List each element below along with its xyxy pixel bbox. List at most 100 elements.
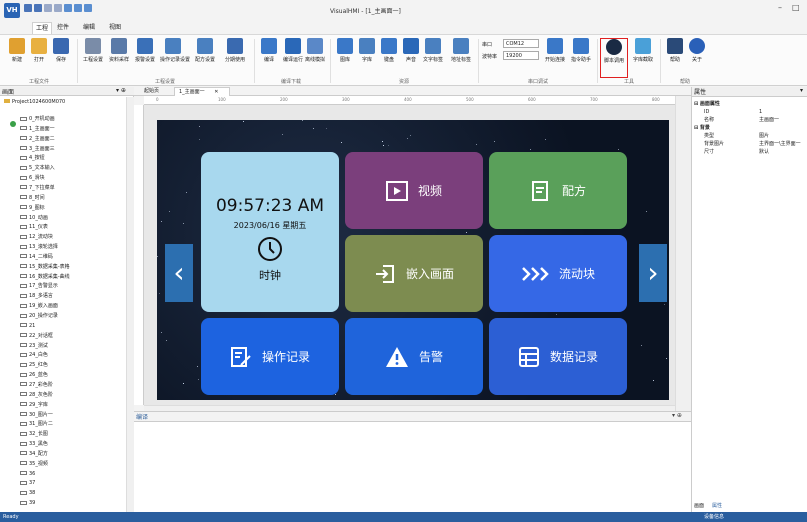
screen-tree-item[interactable]: 5_文本输入 bbox=[20, 164, 55, 172]
recipe-tile[interactable]: 配方 bbox=[489, 152, 627, 229]
minimize-button[interactable]: – bbox=[778, 3, 782, 12]
screen-tree-item[interactable]: 1_主画面一 bbox=[20, 125, 55, 133]
project-root-node[interactable]: Project1024600M070 bbox=[4, 99, 65, 105]
save-button[interactable]: 保存 bbox=[48, 38, 74, 78]
screen-tree-item[interactable]: 8_时间 bbox=[20, 194, 45, 202]
project-settings-button[interactable]: 工程设置 bbox=[80, 38, 106, 78]
screen-tree-item[interactable]: 32_长图 bbox=[20, 430, 48, 438]
screen-tree-item[interactable]: 7_下拉菜单 bbox=[20, 184, 55, 192]
screen-tree-item[interactable]: 6_滑块 bbox=[20, 174, 45, 182]
command-helper-button[interactable]: 指令助手 bbox=[568, 38, 594, 78]
tree-scrollbar[interactable] bbox=[126, 97, 134, 512]
save-quick-icon[interactable] bbox=[34, 4, 42, 12]
screen-tree-item[interactable]: 14_二维码 bbox=[20, 253, 53, 261]
offline-sim-button[interactable]: 离线模拟 bbox=[302, 38, 328, 78]
download-icon[interactable] bbox=[84, 4, 92, 12]
embed-screen-tile[interactable]: 嵌入画面 bbox=[345, 235, 483, 312]
text-label-button[interactable]: 文字标签 bbox=[420, 38, 446, 78]
screen-tree-item[interactable]: 10_动画 bbox=[20, 214, 48, 222]
new-quick-icon[interactable] bbox=[24, 4, 32, 12]
redo-icon[interactable] bbox=[54, 4, 62, 12]
screen-tree-item[interactable]: 30_图片一 bbox=[20, 411, 53, 419]
screen-tree-item[interactable]: 33_黑色 bbox=[20, 440, 48, 448]
screen-tree-item[interactable]: 21 bbox=[20, 322, 35, 330]
screen-tree-item[interactable]: 29_字库 bbox=[20, 401, 48, 409]
close-tab-icon[interactable]: ✕ bbox=[214, 89, 218, 95]
next-page-button[interactable]: › bbox=[639, 244, 667, 302]
oplog-settings-button[interactable]: 操作记录设置 bbox=[160, 38, 190, 78]
address-label-button[interactable]: 地址标签 bbox=[448, 38, 474, 78]
panel-pin-icon[interactable]: ▾ bbox=[800, 87, 803, 94]
screen-tree-item[interactable]: 23_测试 bbox=[20, 342, 48, 350]
screen-tree-item[interactable]: 25_红色 bbox=[20, 361, 48, 369]
screen-tree-item[interactable]: 22_对话框 bbox=[20, 332, 53, 340]
run-icon[interactable] bbox=[74, 4, 82, 12]
menu-edit[interactable]: 编辑 bbox=[80, 22, 98, 31]
screen-tree-item[interactable]: 24_白色 bbox=[20, 351, 48, 359]
screen-tree-item[interactable]: 19_嵌入画面 bbox=[20, 302, 58, 310]
tab-start-page[interactable]: 起始页 bbox=[140, 87, 163, 96]
screen-tree-item[interactable]: 28_灰色阶 bbox=[20, 391, 53, 399]
screen-tree-item[interactable]: 20_操作记录 bbox=[20, 312, 58, 320]
compile-button[interactable]: 编译 bbox=[256, 38, 282, 78]
tab-properties[interactable]: 属性 bbox=[712, 502, 722, 509]
font-capture-button[interactable]: 字库截取 bbox=[630, 38, 656, 78]
prev-page-button[interactable]: ‹ bbox=[165, 244, 193, 302]
zoom-icon[interactable] bbox=[64, 4, 72, 12]
device-info-link[interactable]: 设备信息 bbox=[704, 512, 724, 522]
script-call-button[interactable]: 脚本调用 bbox=[600, 38, 628, 78]
flow-block-tile[interactable]: 流动块 bbox=[489, 235, 627, 312]
operation-log-tile[interactable]: 操作记录 bbox=[201, 318, 339, 395]
property-row[interactable]: 名称 主画面一 bbox=[692, 117, 807, 124]
property-row[interactable]: 类型 图片 bbox=[692, 133, 807, 140]
menu-view[interactable]: 视图 bbox=[106, 22, 124, 31]
maximize-button[interactable]: □ bbox=[792, 3, 800, 12]
screen-tree-item[interactable]: 17_告警显示 bbox=[20, 282, 58, 290]
property-row[interactable]: ⊟ 背景 bbox=[692, 125, 807, 132]
about-button[interactable]: 关于 bbox=[684, 38, 710, 78]
screen-tree-item[interactable]: 0_开机动画 bbox=[20, 115, 55, 123]
screen-tree-item[interactable]: 2_主画面二 bbox=[20, 135, 55, 143]
data-sampling-button[interactable]: 资料采样 bbox=[106, 38, 132, 78]
tab-main-screen[interactable]: 1_主画面一 ✕ bbox=[174, 87, 230, 96]
alarm-settings-button[interactable]: 报警设置 bbox=[132, 38, 158, 78]
serial-port-select[interactable]: COM12 bbox=[503, 39, 539, 48]
panel-pin-icon[interactable]: ▾ ⊕ bbox=[672, 412, 682, 419]
screen-tree-item[interactable]: 27_彩色阶 bbox=[20, 381, 53, 389]
screen-tree-item[interactable]: 37 bbox=[20, 479, 35, 487]
screen-tree-item[interactable]: 13_滚轮选择 bbox=[20, 243, 58, 251]
start-connect-button[interactable]: 开始连接 bbox=[542, 38, 568, 78]
recipe-settings-button[interactable]: 配方设置 bbox=[192, 38, 218, 78]
undo-icon[interactable] bbox=[44, 4, 52, 12]
canvas-vscrollbar[interactable] bbox=[675, 96, 691, 411]
screen-tree-item[interactable]: 31_图片二 bbox=[20, 420, 53, 428]
screen-tree-item[interactable]: 9_图标 bbox=[20, 204, 45, 212]
menu-project[interactable]: 工程 bbox=[32, 22, 53, 34]
screen-tree-item[interactable]: 26_蓝色 bbox=[20, 371, 48, 379]
screen-tree-item[interactable]: 12_流动块 bbox=[20, 233, 53, 241]
screen-tree-item[interactable]: 18_多语言 bbox=[20, 292, 53, 300]
screen-tree-item[interactable]: 4_按钮 bbox=[20, 154, 45, 162]
clock-tile[interactable]: 09:57:23 AM 2023/06/16 星期五 时钟 bbox=[201, 152, 339, 312]
property-row[interactable]: ID 1 bbox=[692, 109, 807, 116]
screen-tree-item[interactable]: 38 bbox=[20, 489, 35, 497]
tab-screens[interactable]: 画面 bbox=[694, 502, 704, 509]
screen-tree-item[interactable]: 34_配方 bbox=[20, 450, 48, 458]
property-row[interactable]: 背景图片 主界面一\主界面一 bbox=[692, 141, 807, 148]
screen-tree-item[interactable]: 11_仪表 bbox=[20, 223, 48, 231]
panel-pin-icon[interactable]: ▾ ⊕ bbox=[116, 87, 126, 94]
screen-tree-item[interactable]: 15_数据采集-表格 bbox=[20, 263, 70, 271]
baud-rate-select[interactable]: 19200 bbox=[503, 51, 539, 60]
screen-tree-item[interactable]: 39 bbox=[20, 499, 35, 507]
property-row[interactable]: 尺寸 默认 bbox=[692, 149, 807, 156]
data-log-tile[interactable]: 数据记录 bbox=[489, 318, 627, 395]
property-row[interactable]: ⊟ 画面属性 bbox=[692, 101, 807, 108]
screen-tree-item[interactable]: 35_视频 bbox=[20, 460, 48, 468]
alarm-tile[interactable]: 告警 bbox=[345, 318, 483, 395]
stage-use-button[interactable]: 分期使用 bbox=[222, 38, 248, 78]
screen-tree-item[interactable]: 16_数据采集-曲线 bbox=[20, 273, 70, 281]
screen-tree-item[interactable]: 36 bbox=[20, 470, 35, 478]
menu-controls[interactable]: 控件 bbox=[54, 22, 72, 31]
video-tile[interactable]: 视频 bbox=[345, 152, 483, 229]
screen-tree-item[interactable]: 3_主画面三 bbox=[20, 145, 55, 153]
